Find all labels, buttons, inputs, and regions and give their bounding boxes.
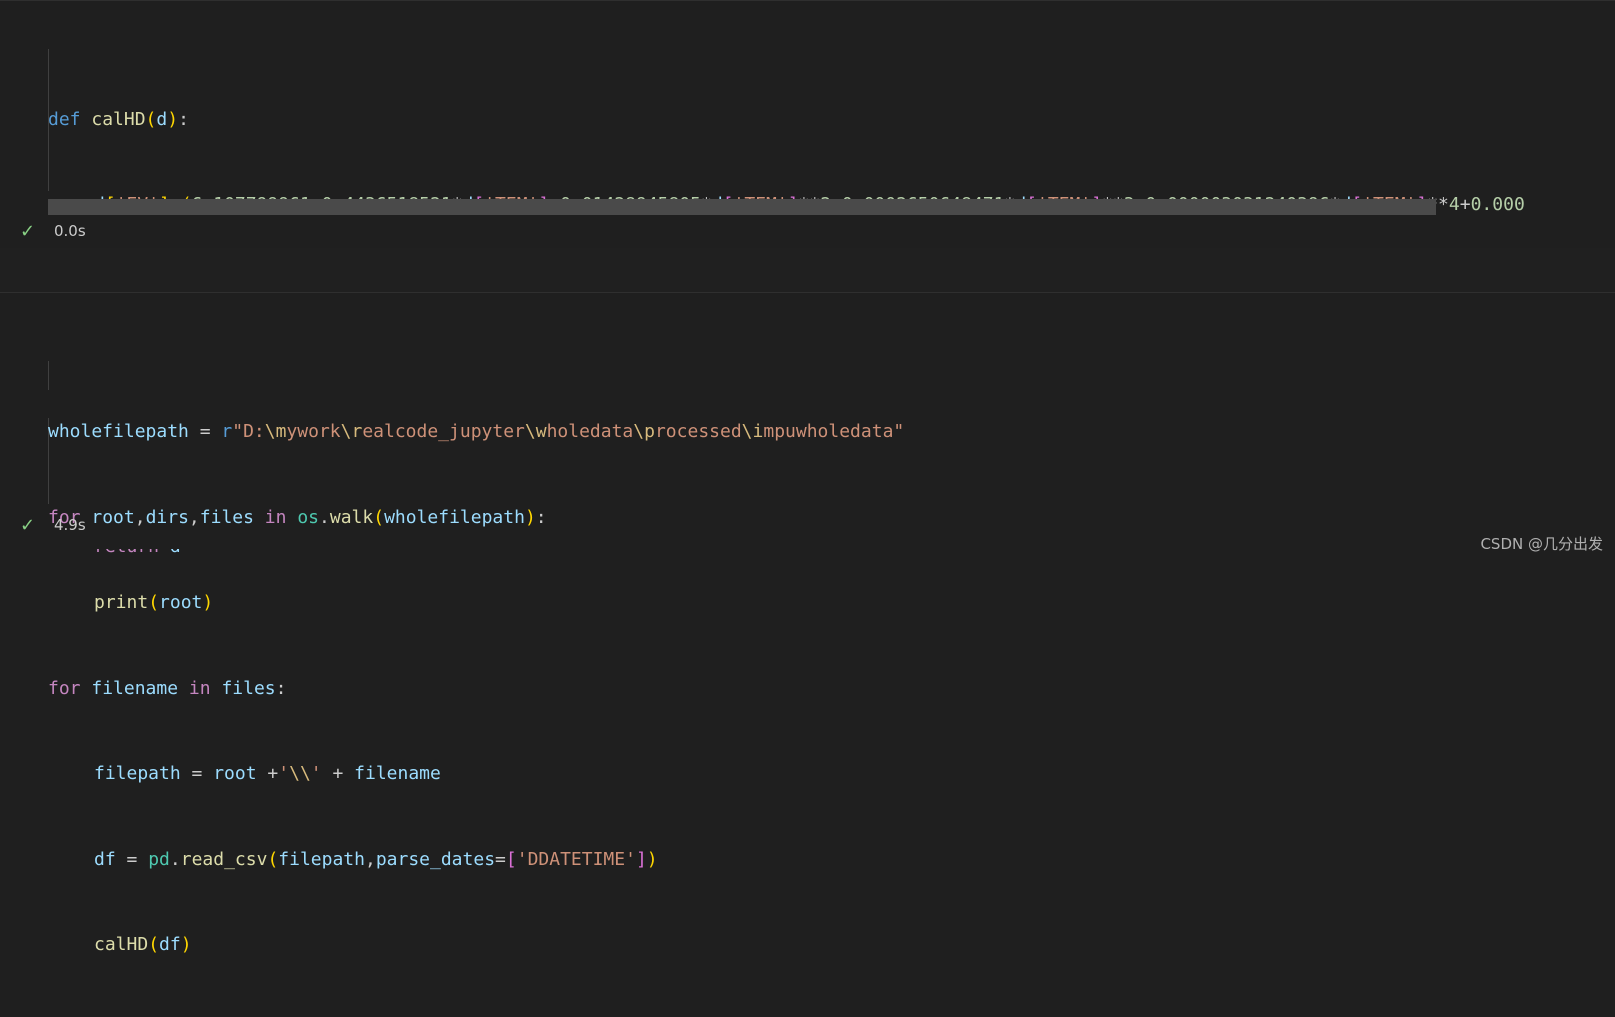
code-line[interactable]: calHD(df) [48, 931, 1615, 960]
horizontal-scrollbar[interactable] [48, 199, 1436, 215]
code-line[interactable]: wholefilepath = r"D:\mywork\realcode_jup… [48, 418, 1615, 447]
code-line[interactable]: for filename in files: [48, 675, 1615, 704]
cell-separator [0, 248, 1615, 292]
execution-status: ✓ 4.9s [20, 513, 86, 537]
code-line[interactable]: print(root) [48, 589, 1615, 618]
watermark: CSDN @几分出发 [1480, 535, 1603, 553]
code-cell-1[interactable]: def calHD(d): d['EV']=(6.107799961+0.443… [0, 0, 1615, 557]
check-icon: ✓ [20, 220, 36, 242]
check-icon: ✓ [20, 514, 36, 536]
code-cell-2[interactable]: wholefilepath = r"D:\mywork\realcode_jup… [0, 292, 1615, 955]
indent-guide [48, 361, 49, 390]
code-line[interactable]: filepath = root +'\\' + filename [48, 760, 1615, 789]
execution-time: 4.9s [54, 516, 86, 534]
code-line[interactable]: for root,dirs,files in os.walk(wholefile… [48, 504, 1615, 533]
code-line[interactable]: df = pd.read_csv(filepath,parse_dates=['… [48, 846, 1615, 875]
execution-time: 0.0s [54, 222, 86, 240]
code-line[interactable]: def calHD(d): [48, 106, 1615, 135]
execution-status: ✓ 0.0s [20, 219, 86, 243]
code-editor-2[interactable]: wholefilepath = r"D:\mywork\realcode_jup… [48, 304, 1615, 1017]
